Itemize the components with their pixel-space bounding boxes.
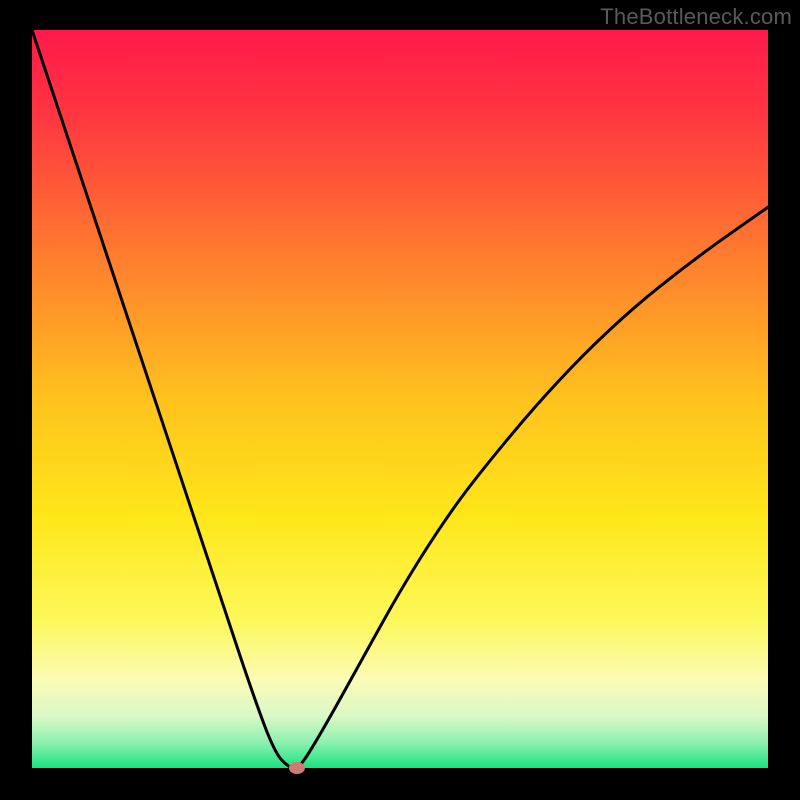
watermark-text: TheBottleneck.com (600, 4, 792, 30)
chart-frame: TheBottleneck.com (0, 0, 800, 800)
bottleneck-chart (0, 0, 800, 800)
optimal-point-marker (289, 762, 305, 774)
plot-background (32, 30, 768, 768)
